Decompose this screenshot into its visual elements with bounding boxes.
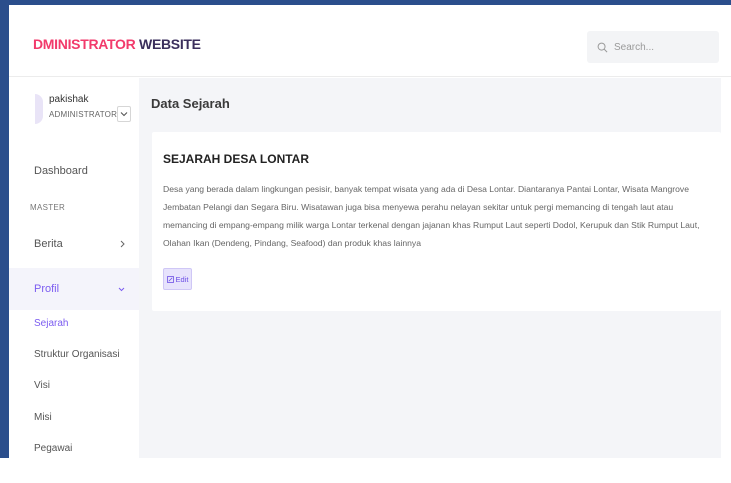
brand-accent-text: DMINISTRATOR	[33, 36, 136, 52]
sidebar-subitem-sejarah[interactable]: Sejarah	[34, 318, 68, 329]
user-name: pakishak	[49, 94, 89, 105]
chevron-down-icon	[118, 268, 125, 310]
brand-logo[interactable]: DMINISTRATOR WEBSITE	[33, 36, 201, 52]
card-description: Desa yang berada dalam lingkungan pesisi…	[163, 184, 700, 248]
sidebar-subitem-misi[interactable]: Misi	[34, 412, 52, 423]
top-header: DMINISTRATOR WEBSITE Search...	[9, 5, 731, 77]
chevron-right-icon	[120, 226, 125, 262]
user-role: ADMINISTRATOR	[49, 110, 118, 119]
sidebar-subitem-struktur-organisasi[interactable]: Struktur Organisasi	[34, 349, 120, 360]
sidebar-item-label: Profil	[34, 283, 60, 295]
window-frame-left	[0, 0, 9, 458]
search-input[interactable]: Search...	[587, 31, 719, 63]
edit-icon	[166, 275, 174, 283]
sidebar-item-label: Dashboard	[34, 165, 88, 177]
sidebar-section-master: MASTER	[30, 203, 66, 212]
page-bottom-margin	[0, 458, 731, 483]
edit-button-label: Edit	[175, 274, 189, 284]
sidebar-item-berita[interactable]: Berita	[9, 226, 139, 262]
avatar	[35, 94, 43, 124]
sidebar-item-label: Berita	[34, 238, 63, 250]
sidebar-subitem-visi[interactable]: Visi	[34, 380, 50, 391]
chevron-down-icon	[120, 112, 128, 117]
card-title: SEJARAH DESA LONTAR	[163, 152, 310, 166]
main-content: Data Sejarah SEJARAH DESA LONTAR Desa ya…	[139, 78, 721, 462]
user-panel: pakishak ADMINISTRATOR	[9, 78, 139, 142]
sidebar-subitem-pegawai[interactable]: Pegawai	[34, 443, 72, 454]
search-placeholder: Search...	[614, 41, 655, 53]
search-icon	[597, 42, 608, 52]
page-title: Data Sejarah	[151, 96, 230, 111]
user-menu-toggle[interactable]	[117, 106, 131, 122]
brand-rest-text: WEBSITE	[139, 36, 201, 52]
sidebar-item-profil[interactable]: Profil	[9, 268, 139, 310]
edit-button[interactable]: Edit	[163, 268, 192, 290]
page-right-margin	[721, 78, 731, 462]
sejarah-card: SEJARAH DESA LONTAR Desa yang berada dal…	[152, 132, 721, 311]
sidebar-item-dashboard[interactable]: Dashboard	[9, 153, 139, 189]
sidebar: pakishak ADMINISTRATOR Dashboard MASTER …	[9, 78, 139, 458]
